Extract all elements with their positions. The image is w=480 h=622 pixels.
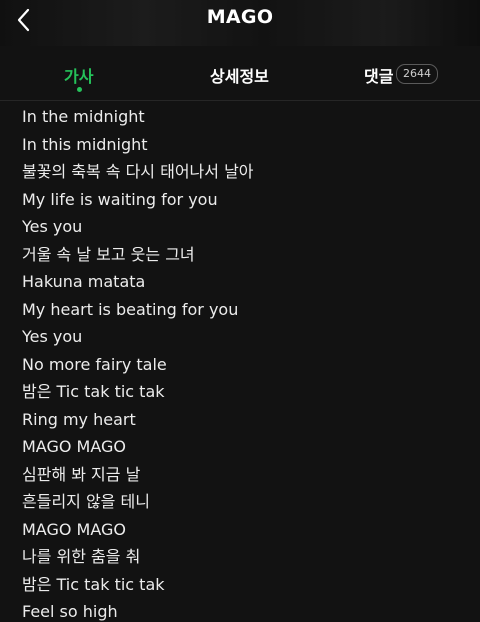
tab-comments[interactable]: 댓글: [364, 63, 393, 87]
lyric-line: MAGO MAGO: [22, 437, 127, 456]
lyric-line: Yes you: [22, 327, 83, 346]
lyric-line: 거울 속 날 보고 웃는 그녀: [22, 244, 195, 264]
lyric-line: Yes you: [22, 217, 83, 236]
lyric-line: Feel so high: [22, 602, 118, 621]
lyric-line: 심판해 봐 지금 날: [22, 464, 141, 484]
lyric-line: 흔들리지 않을 테니: [22, 492, 150, 511]
active-tab-indicator: [77, 87, 82, 92]
tab-bar: 가사 상세정보 댓글 2644: [0, 46, 480, 101]
lyric-line: My life is waiting for you: [22, 189, 218, 209]
lyric-line: My heart is beating for you: [22, 299, 239, 319]
tab-lyrics[interactable]: 가사: [64, 63, 93, 87]
lyric-line: Ring my heart: [22, 409, 136, 429]
lyrics-screen: MAGO 가사 상세정보 댓글 2644 In the midnight In …: [0, 0, 480, 622]
lyric-line: 밤은 Tic tak tic tak: [22, 382, 165, 401]
lyric-line: 불꽃의 축복 속 다시 태어나서 날아: [22, 162, 254, 181]
lyric-line: In the midnight: [22, 107, 145, 126]
tab-details[interactable]: 상세정보: [210, 63, 269, 87]
lyrics-list: In the midnight In this midnight 불꽃의 축복 …: [22, 106, 462, 622]
lyric-line: Hakuna matata: [22, 272, 146, 291]
lyric-line: No more fairy tale: [22, 354, 167, 374]
comment-count-badge: 2644: [396, 64, 438, 84]
lyric-line: 나를 위한 춤을 춰: [22, 547, 141, 566]
lyric-line: In this midnight: [22, 134, 148, 154]
lyric-line: 밤은 Tic tak tic tak: [22, 574, 165, 594]
page-title: MAGO: [206, 6, 274, 28]
lyric-line: MAGO MAGO: [22, 519, 127, 539]
